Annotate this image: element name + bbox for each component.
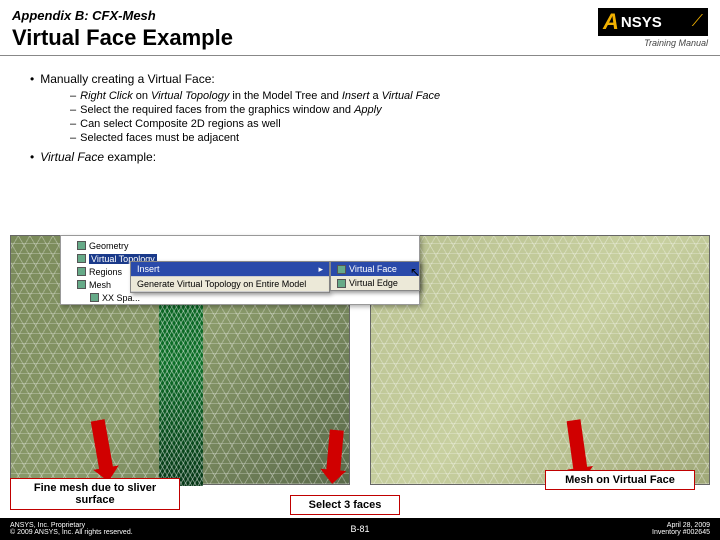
regions-icon xyxy=(77,267,86,276)
logo-letter: A xyxy=(603,9,619,35)
dash-icon: – xyxy=(70,118,76,130)
sub-bullet-4: –Selected faces must be adjacent xyxy=(70,132,700,144)
topology-icon xyxy=(77,254,86,263)
bullet-manual-create: •Manually creating a Virtual Face: xyxy=(30,72,700,86)
logo-text: NSYS xyxy=(621,14,662,31)
footer-right: April 28, 2009 Inventory #002645 xyxy=(652,522,710,536)
bullet-dot-icon: • xyxy=(30,72,34,86)
graphics-area: Geometry Virtual Topology Regions Mesh X… xyxy=(10,235,710,490)
cursor-icon: ↖ xyxy=(410,265,420,279)
logo-swoosh-icon: ⟋ xyxy=(692,13,703,31)
dash-icon: – xyxy=(70,90,76,102)
dash-icon: – xyxy=(70,132,76,144)
ansys-logo: A NSYS ⟋ xyxy=(598,8,708,36)
menu-item-generate[interactable]: Generate Virtual Topology on Entire Mode… xyxy=(131,277,329,292)
page-number: B-81 xyxy=(350,524,369,534)
label-select-faces: Select 3 faces xyxy=(290,495,400,515)
slide-header: Appendix B: CFX-Mesh Virtual Face Exampl… xyxy=(0,0,720,51)
chevron-right-icon: ▸ xyxy=(318,264,323,275)
face-icon xyxy=(337,265,346,274)
context-menu[interactable]: Insert ▸ Generate Virtual Topology on En… xyxy=(130,261,330,293)
label-fine-mesh: Fine mesh due to sliver surface xyxy=(10,478,180,510)
content-area: •Manually creating a Virtual Face: –Righ… xyxy=(0,56,720,164)
submenu-virtual-edge[interactable]: Virtual Edge xyxy=(331,276,419,290)
label-mesh-virtual: Mesh on Virtual Face xyxy=(545,470,695,490)
bullet-example: •Virtual Face example: xyxy=(30,150,700,164)
slide-footer: ANSYS, Inc. Proprietary © 2009 ANSYS, In… xyxy=(0,518,720,540)
menu-item-insert[interactable]: Insert ▸ xyxy=(131,262,329,277)
page-title: Virtual Face Example xyxy=(12,25,598,51)
edge-icon xyxy=(337,279,346,288)
mesh-pattern xyxy=(371,236,709,484)
bullet-dot-icon: • xyxy=(30,150,34,164)
dash-icon: – xyxy=(70,104,76,116)
sub-bullet-1: –Right Click on Virtual Topology in the … xyxy=(70,90,700,102)
mesh-panel-right xyxy=(370,235,710,485)
training-manual-label: Training Manual xyxy=(598,38,708,48)
sub-bullet-2: –Select the required faces from the grap… xyxy=(70,104,700,116)
mesh-icon xyxy=(77,280,86,289)
footer-left: ANSYS, Inc. Proprietary © 2009 ANSYS, In… xyxy=(10,522,133,536)
tree-row-geometry[interactable]: Geometry xyxy=(64,239,416,252)
header-left: Appendix B: CFX-Mesh Virtual Face Exampl… xyxy=(12,8,598,51)
spacing-icon xyxy=(90,293,99,302)
submenu-virtual-face[interactable]: Virtual Face xyxy=(331,262,419,276)
appendix-label: Appendix B: CFX-Mesh xyxy=(12,8,598,23)
insert-submenu[interactable]: Virtual Face Virtual Edge xyxy=(330,261,420,291)
sub-bullet-3: –Can select Composite 2D regions as well xyxy=(70,118,700,130)
header-right: A NSYS ⟋ Training Manual xyxy=(598,8,708,48)
geometry-icon xyxy=(77,241,86,250)
